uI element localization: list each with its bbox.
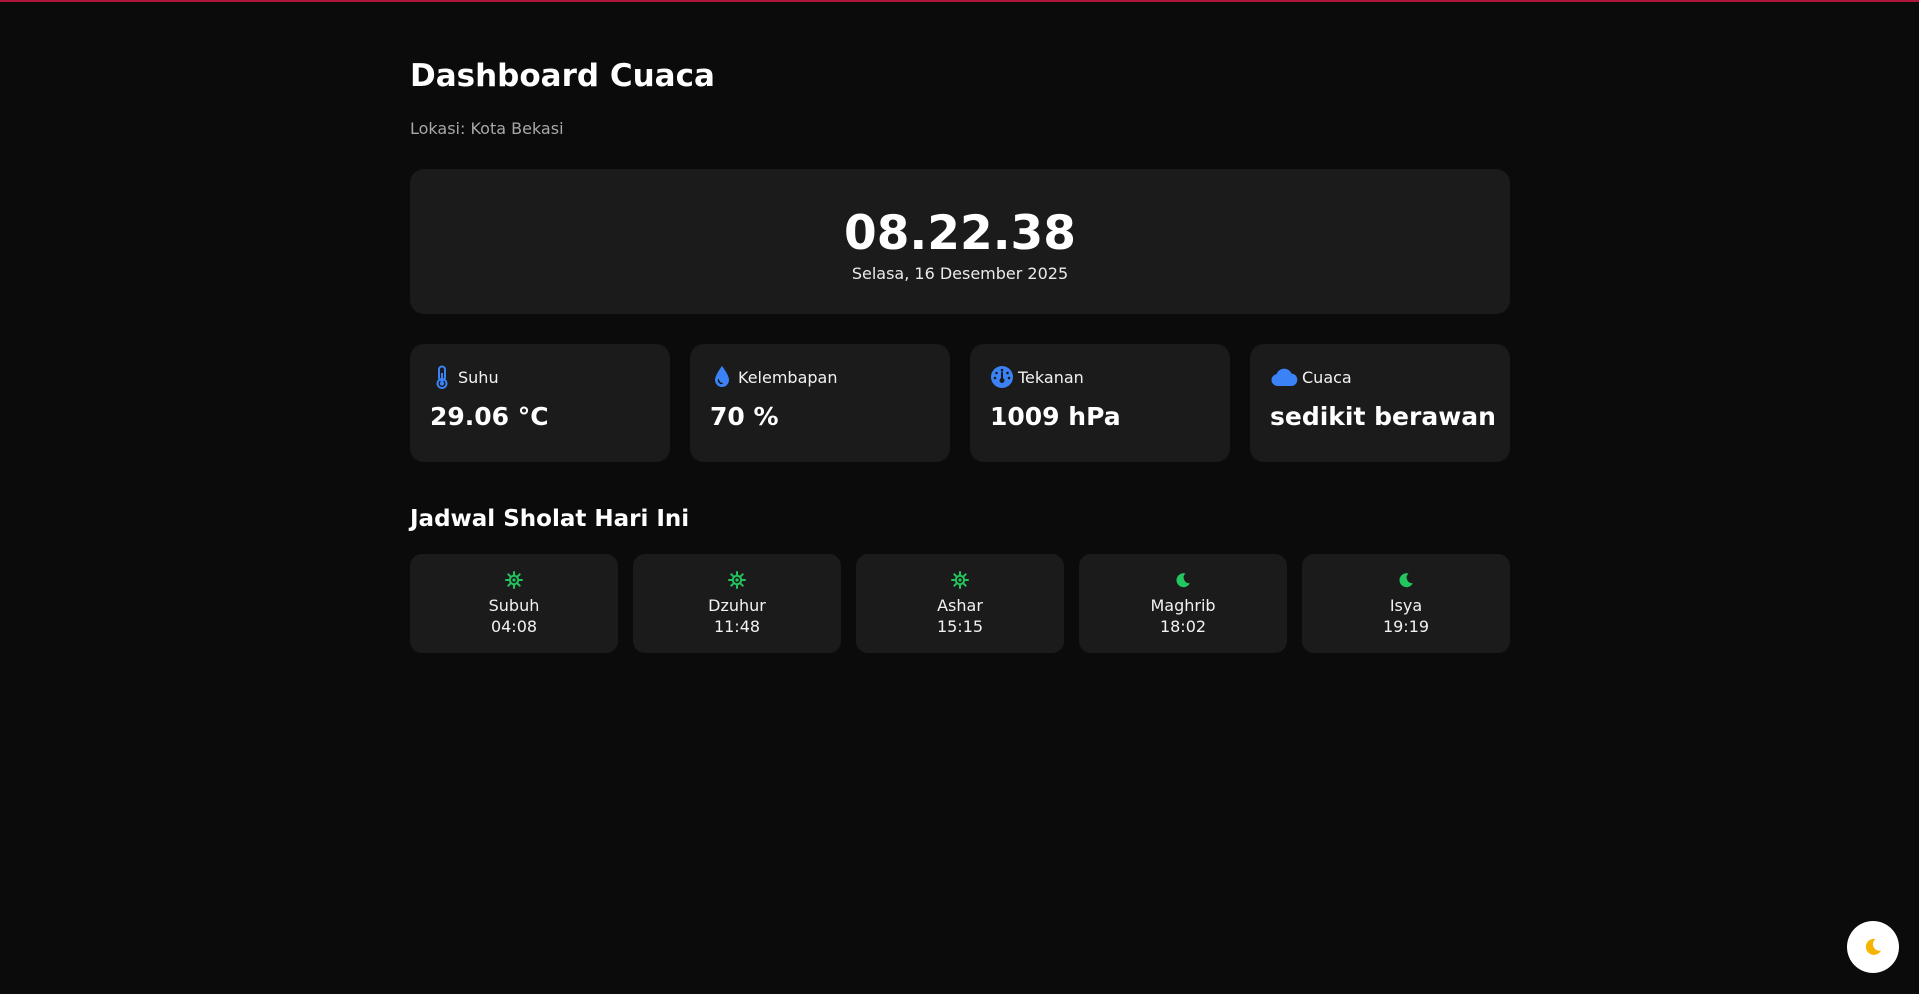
sun-icon xyxy=(633,570,841,590)
prayer-time: 04:08 xyxy=(490,617,538,636)
prayer-card-ashar: Ashar 15:15 xyxy=(856,554,1064,653)
stat-card-weather: Cuaca sedikit berawan xyxy=(1250,344,1510,462)
stat-label: Suhu xyxy=(458,367,499,387)
stat-value: 1009 hPa xyxy=(990,402,1121,431)
top-accent-line xyxy=(0,0,1919,2)
stat-value: 29.06 °C xyxy=(430,402,549,431)
stat-card-temperature: Suhu 29.06 °C xyxy=(410,344,670,462)
prayer-card-isya: Isya 19:19 xyxy=(1302,554,1510,653)
cloud-icon xyxy=(1270,365,1298,389)
prayer-schedule-title: Jadwal Sholat Hari Ini xyxy=(410,506,690,532)
prayer-card-maghrib: Maghrib 18:02 xyxy=(1079,554,1287,653)
stat-value: 70 % xyxy=(710,402,779,431)
prayer-name: Subuh xyxy=(488,596,540,615)
prayer-time: 15:15 xyxy=(936,617,984,636)
moon-icon xyxy=(1302,570,1510,590)
stat-label: Kelembapan xyxy=(738,367,838,387)
stat-value: sedikit berawan xyxy=(1270,402,1496,431)
prayer-name: Maghrib xyxy=(1150,596,1216,615)
droplet-icon xyxy=(710,365,734,389)
stat-card-humidity: Kelembapan 70 % xyxy=(690,344,950,462)
prayer-time: 19:19 xyxy=(1382,617,1430,636)
prayer-name: Dzuhur xyxy=(708,596,766,615)
location-label: Lokasi: Kota Bekasi xyxy=(410,119,564,138)
clock-card: 08.22.38 Selasa, 16 Desember 2025 xyxy=(410,169,1510,314)
crescent-moon-icon xyxy=(1863,937,1883,957)
thermometer-icon xyxy=(430,365,454,389)
prayer-time: 11:48 xyxy=(713,617,761,636)
stat-card-pressure: Tekanan 1009 hPa xyxy=(970,344,1230,462)
prayer-card-subuh: Subuh 04:08 xyxy=(410,554,618,653)
clock-date: Selasa, 16 Desember 2025 xyxy=(851,264,1069,283)
clock-time: 08.22.38 xyxy=(844,206,1076,261)
stat-label: Tekanan xyxy=(1018,367,1084,387)
prayer-card-dzuhur: Dzuhur 11:48 xyxy=(633,554,841,653)
stat-label: Cuaca xyxy=(1302,367,1352,387)
gauge-icon xyxy=(990,365,1014,389)
prayer-name: Isya xyxy=(1389,596,1423,615)
prayer-time: 18:02 xyxy=(1159,617,1207,636)
sun-icon xyxy=(410,570,618,590)
page-title: Dashboard Cuaca xyxy=(410,58,715,94)
moon-icon xyxy=(1079,570,1287,590)
sun-icon xyxy=(856,570,1064,590)
theme-toggle-button[interactable] xyxy=(1847,921,1899,973)
prayer-name: Ashar xyxy=(937,596,983,615)
